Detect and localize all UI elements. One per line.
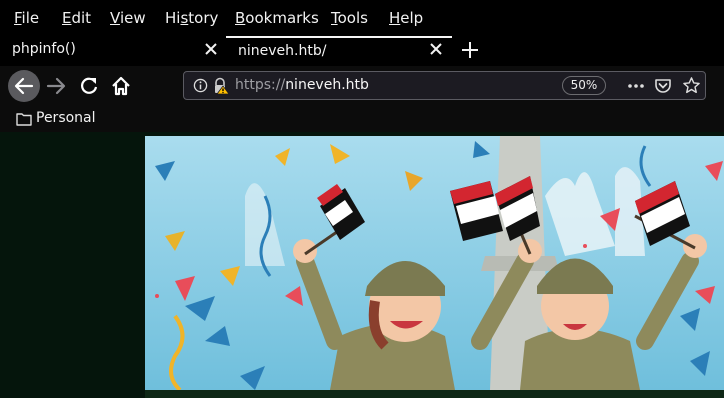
menu-bookmarks[interactable]: Bookmarks xyxy=(235,9,319,27)
zoom-badge[interactable]: 50% xyxy=(562,76,606,95)
folder-icon xyxy=(16,113,32,126)
forward-arrow-icon xyxy=(46,77,66,95)
navigation-toolbar: https://nineveh.htb 50% xyxy=(0,66,724,106)
menu-tools[interactable]: Tools xyxy=(331,9,368,27)
tab-label: nineveh.htb/ xyxy=(238,43,327,59)
menu-history[interactable]: History xyxy=(165,9,218,27)
url-host: nineveh.htb xyxy=(285,77,369,93)
hero-image xyxy=(145,136,724,390)
home-icon xyxy=(112,76,130,96)
plus-icon[interactable] xyxy=(460,40,480,60)
menu-bar: File Edit View History Bookmarks Tools H… xyxy=(0,0,724,36)
menu-help[interactable]: Help xyxy=(389,9,423,27)
tab-nineveh[interactable]: nineveh.htb/ xyxy=(226,36,452,66)
url-protocol: https:// xyxy=(235,77,286,93)
menu-edit[interactable]: Edit xyxy=(62,9,91,27)
reload-button[interactable] xyxy=(73,70,105,102)
info-icon[interactable] xyxy=(193,78,208,93)
url-text[interactable]: https://nineveh.htb xyxy=(235,77,369,93)
pocket-icon[interactable] xyxy=(654,77,672,95)
menu-file[interactable]: File xyxy=(14,9,39,27)
tab-phpinfo[interactable]: phpinfo() xyxy=(0,36,226,66)
more-actions-icon[interactable] xyxy=(627,78,645,94)
bookmarks-toolbar: Personal xyxy=(0,106,724,132)
celebration-illustration xyxy=(145,136,724,390)
url-bar[interactable]: https://nineveh.htb 50% xyxy=(183,71,706,100)
menu-view[interactable]: View xyxy=(110,9,146,27)
bookmark-folder-label: Personal xyxy=(36,110,96,126)
bookmark-star-icon[interactable] xyxy=(682,76,701,95)
back-arrow-icon xyxy=(14,77,34,95)
reload-icon xyxy=(81,77,98,94)
close-icon[interactable] xyxy=(428,41,444,57)
close-icon[interactable] xyxy=(203,41,219,57)
home-button[interactable] xyxy=(105,70,137,102)
page-content xyxy=(0,132,724,398)
tab-strip: phpinfo() nineveh.htb/ xyxy=(0,36,724,66)
tab-label: phpinfo() xyxy=(12,41,76,57)
forward-button[interactable] xyxy=(40,70,72,102)
insecure-lock-icon[interactable] xyxy=(212,77,230,95)
back-button[interactable] xyxy=(8,70,40,102)
page-bottom-strip xyxy=(145,390,724,398)
